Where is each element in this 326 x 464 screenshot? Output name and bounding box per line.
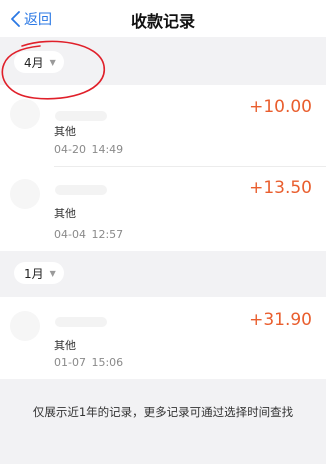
- record-time: 01-07 15:06: [54, 356, 123, 369]
- payer-name-blurred: [55, 185, 107, 195]
- record-amount: +31.90: [249, 310, 312, 330]
- record-date: 01-07: [54, 356, 86, 369]
- avatar: [10, 99, 40, 129]
- record-item[interactable]: +10.00 其他 04-20 14:49: [0, 85, 326, 165]
- record-category: 其他: [54, 339, 76, 352]
- page-title: 收款记录: [130, 12, 195, 31]
- record-amount: +13.50: [249, 178, 312, 198]
- app-screen: 返回 收款记录 4月 ▼ +10.00 其他 04-20 14:49 +13.5…: [0, 0, 326, 464]
- month-filter-chip-january[interactable]: 1月 ▼: [14, 262, 64, 284]
- month-filter-chip-april[interactable]: 4月 ▼: [14, 51, 64, 73]
- nav-bar: 返回 收款记录: [0, 0, 326, 37]
- month-label: 4月: [24, 55, 44, 70]
- footer-note: 仅展示近1年的记录，更多记录可通过选择时间查找: [32, 405, 294, 419]
- record-item[interactable]: +13.50 其他 04-04 12:57: [0, 167, 326, 251]
- record-date: 04-20: [54, 143, 86, 156]
- payer-name-blurred: [55, 317, 107, 327]
- payer-name-blurred: [55, 111, 107, 121]
- avatar: [10, 311, 40, 341]
- record-time: 04-20 14:49: [54, 143, 123, 156]
- record-date: 04-04: [54, 228, 86, 241]
- records-card-january: +31.90 其他 01-07 15:06: [0, 297, 326, 379]
- record-clock: 14:49: [91, 143, 124, 156]
- caret-down-icon: ▼: [49, 268, 56, 278]
- record-clock: 15:06: [91, 356, 124, 369]
- record-clock: 12:57: [91, 228, 124, 241]
- record-item[interactable]: +31.90 其他 01-07 15:06: [0, 297, 326, 379]
- record-amount: +10.00: [249, 97, 312, 117]
- record-time: 04-04 12:57: [54, 228, 123, 241]
- avatar: [10, 179, 40, 209]
- caret-down-icon: ▼: [49, 57, 56, 67]
- record-category: 其他: [54, 125, 76, 138]
- record-category: 其他: [54, 207, 76, 220]
- records-card-april: +10.00 其他 04-20 14:49 +13.50 其他 04-04 12…: [0, 85, 326, 251]
- month-label: 1月: [24, 266, 44, 281]
